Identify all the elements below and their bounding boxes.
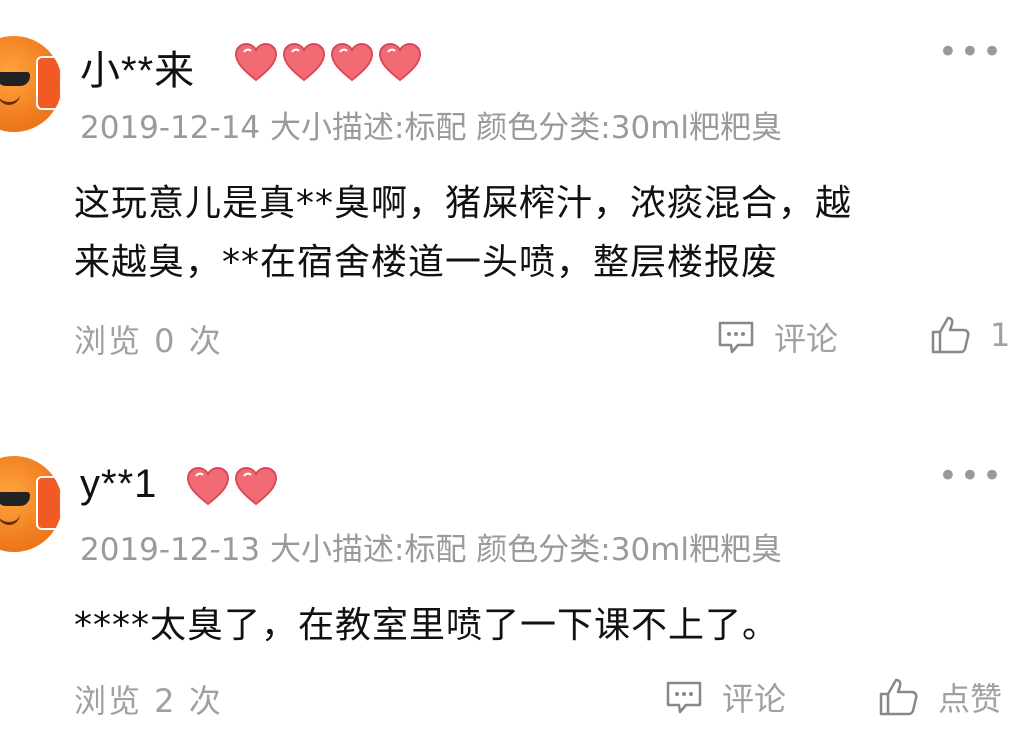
rank-hearts xyxy=(186,466,278,506)
username[interactable]: y**1 xyxy=(80,462,157,507)
comment-label: 评论 xyxy=(722,680,787,718)
comment-label: 评论 xyxy=(774,320,839,358)
badge-shape xyxy=(36,56,62,110)
heart-icon xyxy=(378,42,422,82)
like-button[interactable]: 点赞 xyxy=(878,674,1002,720)
comment-button[interactable]: 评论 xyxy=(664,674,786,720)
review-meta: 2019-12-13 大小描述:标配 颜色分类:30ml粑粑臭 xyxy=(80,532,783,568)
thumbs-up-icon xyxy=(931,316,970,354)
review-content: 这玩意儿是真**臭啊，猪屎榨汁，浓痰混合，越 来越臭，**在宿舍楼道一头喷，整层… xyxy=(74,174,994,292)
mouth-shape xyxy=(0,514,20,525)
thumbs-up-icon xyxy=(879,678,918,716)
comment-bubble-icon xyxy=(718,321,754,354)
heart-icon xyxy=(234,466,278,506)
review-content: ****太臭了，在教室里喷了一下课不上了。 xyxy=(74,596,994,655)
review-content-line: 来越臭，**在宿舍楼道一头喷，整层楼报废 xyxy=(74,242,779,283)
view-count: 浏览 0 次 xyxy=(74,322,223,360)
sunglasses-shape xyxy=(0,72,30,86)
username[interactable]: 小**来 xyxy=(80,38,195,96)
more-dots-icon[interactable]: ••• xyxy=(938,35,1004,69)
badge-shape xyxy=(36,476,62,530)
review-content-line: ****太臭了，在教室里喷了一下课不上了。 xyxy=(74,605,780,646)
mouth-shape xyxy=(0,94,20,105)
like-label: 点赞 xyxy=(938,680,1003,718)
more-dots-icon[interactable]: ••• xyxy=(938,459,1004,493)
rank-hearts xyxy=(234,42,422,82)
sunglasses-shape xyxy=(0,492,30,506)
avatar[interactable] xyxy=(0,36,62,132)
avatar[interactable] xyxy=(0,456,62,552)
comment-bubble-icon xyxy=(666,681,702,714)
heart-icon xyxy=(234,42,278,82)
heart-icon xyxy=(282,42,326,82)
like-label: 1 xyxy=(990,316,1011,354)
review-content-line: 这玩意儿是真**臭啊，猪屎榨汁，浓痰混合，越 xyxy=(74,183,853,224)
view-count: 浏览 2 次 xyxy=(74,682,223,720)
heart-icon xyxy=(186,466,230,506)
like-button[interactable]: 1 xyxy=(930,314,1010,356)
comment-button[interactable]: 评论 xyxy=(716,314,838,360)
review-meta: 2019-12-14 大小描述:标配 颜色分类:30ml粑粑臭 xyxy=(80,110,783,146)
heart-icon xyxy=(330,42,374,82)
